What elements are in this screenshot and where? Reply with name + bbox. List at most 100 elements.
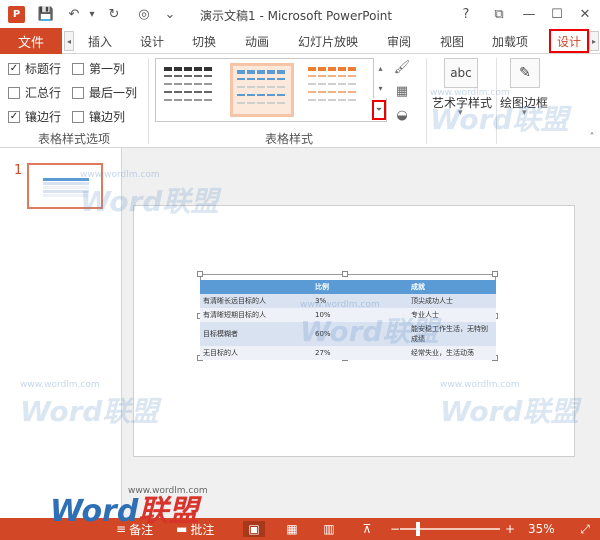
table-row: 目标模糊者 60% 能安稳工作生活，无特别成绩 bbox=[200, 322, 496, 346]
checkbox-icon[interactable]: ✓ bbox=[8, 62, 20, 75]
tab-scroll-left-icon[interactable]: ◂ bbox=[64, 31, 74, 51]
maximize-button[interactable]: ☐ bbox=[546, 4, 568, 24]
tab-file[interactable]: 文件 bbox=[0, 28, 62, 54]
ribbon-display-button[interactable]: ⧉ bbox=[488, 4, 510, 24]
tab-view[interactable]: 视图 bbox=[440, 28, 464, 54]
shading-icon[interactable]: 🖌 bbox=[392, 58, 412, 76]
chevron-down-icon[interactable]: ▾ bbox=[458, 108, 463, 118]
normal-view-icon[interactable]: ▣ bbox=[243, 521, 265, 537]
touch-mode-icon[interactable]: ◎ bbox=[136, 6, 152, 22]
gallery-up-icon[interactable]: ▴ bbox=[373, 58, 387, 78]
tab-addins[interactable]: 加载项 bbox=[492, 28, 528, 54]
style-cell bbox=[267, 94, 275, 96]
slide-thumbnail[interactable] bbox=[27, 163, 103, 209]
tab-scroll-right-icon[interactable]: ▸ bbox=[589, 31, 599, 51]
chevron-down-icon[interactable]: ▾ bbox=[522, 108, 527, 118]
table-cell[interactable]: 能安稳工作生活，无特别成绩 bbox=[408, 322, 496, 346]
slide-table[interactable]: 比例 成就 有清晰长远目标的人 3% 顶尖成功人士 有清晰短期目标的人 10% … bbox=[200, 280, 496, 360]
checkbox-banded-columns[interactable]: 镶边列 bbox=[72, 108, 125, 125]
checkbox-icon[interactable] bbox=[72, 110, 84, 123]
table-cell[interactable]: 3% bbox=[312, 294, 408, 308]
collapse-ribbon-icon[interactable]: ˄ bbox=[582, 128, 600, 146]
slideshow-view-icon[interactable]: ⊼ bbox=[356, 521, 378, 537]
table-cell[interactable]: 目标模糊者 bbox=[200, 322, 312, 346]
gallery-down-icon[interactable]: ▾ bbox=[373, 78, 387, 98]
tab-table-design[interactable]: 设计 bbox=[549, 29, 590, 53]
style-cell bbox=[237, 94, 245, 96]
style-cell bbox=[267, 78, 275, 80]
checkbox-banded-rows[interactable]: ✓ 镶边行 bbox=[8, 108, 61, 125]
style-cell bbox=[237, 86, 245, 88]
checkbox-icon[interactable]: ✓ bbox=[8, 110, 20, 123]
tab-insert[interactable]: 插入 bbox=[88, 28, 112, 54]
wordart-icon[interactable]: abc bbox=[444, 58, 478, 88]
tab-transitions[interactable]: 切换 bbox=[192, 28, 216, 54]
draw-border-icon[interactable]: ✎ bbox=[510, 58, 540, 88]
tab-animations[interactable]: 动画 bbox=[245, 28, 269, 54]
table-row: 有清晰短期目标的人 10% 专业人士 bbox=[200, 308, 496, 322]
style-cell bbox=[257, 70, 265, 74]
table-header-row: 比例 成就 bbox=[200, 280, 496, 294]
checkbox-first-column[interactable]: 第一列 bbox=[72, 60, 125, 77]
slide-canvas[interactable]: 比例 成就 有清晰长远目标的人 3% 顶尖成功人士 有清晰短期目标的人 10% … bbox=[133, 205, 575, 457]
group-label-table-styles: 表格样式 bbox=[265, 132, 314, 146]
table-cell[interactable]: 顶尖成功人士 bbox=[408, 294, 496, 308]
zoom-out-button[interactable]: − bbox=[390, 521, 400, 537]
style-cell bbox=[348, 91, 356, 93]
checkbox-icon[interactable] bbox=[72, 86, 84, 99]
resize-handle[interactable] bbox=[197, 271, 203, 277]
style-cell bbox=[267, 70, 275, 74]
tab-design[interactable]: 设计 bbox=[140, 28, 164, 54]
table-cell[interactable]: 27% bbox=[312, 346, 408, 360]
undo-icon[interactable]: ↶ bbox=[66, 6, 82, 22]
checkbox-icon[interactable] bbox=[8, 86, 20, 99]
table-cell[interactable]: 60% bbox=[312, 322, 408, 346]
table-cell[interactable]: 有清晰短期目标的人 bbox=[200, 308, 312, 322]
table-header-cell[interactable] bbox=[200, 280, 312, 294]
zoom-level[interactable]: 35% bbox=[528, 521, 555, 537]
table-style-thumb-selected[interactable] bbox=[230, 63, 294, 117]
table-cell[interactable]: 10% bbox=[312, 308, 408, 322]
customize-toolbar-icon[interactable]: ⌄ bbox=[162, 6, 178, 22]
table-cell[interactable]: 经常失业，生活动荡 bbox=[408, 346, 496, 360]
style-cell bbox=[257, 102, 265, 104]
resize-handle[interactable] bbox=[492, 271, 498, 277]
style-cell bbox=[348, 75, 356, 77]
reading-view-icon[interactable]: ▥ bbox=[318, 521, 340, 537]
effects-icon[interactable]: ◒ bbox=[392, 106, 412, 124]
minimize-button[interactable]: — bbox=[518, 4, 540, 24]
tab-review[interactable]: 审阅 bbox=[387, 28, 411, 54]
table-cell[interactable]: 无目标的人 bbox=[200, 346, 312, 360]
zoom-in-button[interactable]: + bbox=[505, 521, 515, 537]
table-header-cell[interactable]: 比例 bbox=[312, 280, 408, 294]
resize-handle[interactable] bbox=[342, 271, 348, 277]
style-cell bbox=[237, 70, 245, 74]
style-cell bbox=[318, 99, 326, 101]
checkbox-last-column[interactable]: 最后一列 bbox=[72, 84, 137, 101]
zoom-slider[interactable] bbox=[400, 528, 500, 530]
table-style-thumb[interactable] bbox=[304, 63, 368, 117]
redo-icon[interactable]: ↻ bbox=[106, 6, 122, 22]
zoom-slider-handle[interactable] bbox=[416, 522, 420, 536]
gallery-more-icon[interactable]: ⏷ bbox=[372, 100, 386, 120]
table-header-cell[interactable]: 成就 bbox=[408, 280, 496, 294]
slide-sorter-view-icon[interactable]: ▦ bbox=[281, 521, 303, 537]
style-cell bbox=[308, 83, 316, 85]
checkbox-total-row[interactable]: 汇总行 bbox=[8, 84, 61, 101]
workspace: 1 比例 成就 有清晰长远目标的人 3% 顶尖成功人士 有清晰短期目标的人 10… bbox=[0, 148, 600, 518]
table-cell[interactable]: 有清晰长远目标的人 bbox=[200, 294, 312, 308]
checkbox-header-row[interactable]: ✓ 标题行 bbox=[8, 60, 61, 77]
style-cell bbox=[318, 75, 326, 77]
fit-to-window-icon[interactable]: ⤢ bbox=[574, 521, 596, 537]
table-cell[interactable]: 专业人士 bbox=[408, 308, 496, 322]
style-cell bbox=[194, 75, 202, 77]
help-button[interactable]: ? bbox=[455, 4, 477, 24]
borders-icon[interactable]: ▦ bbox=[392, 82, 412, 100]
close-button[interactable]: ✕ bbox=[574, 4, 596, 24]
style-cell bbox=[338, 83, 346, 85]
table-style-thumb[interactable] bbox=[160, 63, 224, 117]
undo-dropdown-icon[interactable]: ▾ bbox=[84, 6, 100, 22]
tab-slideshow[interactable]: 幻灯片放映 bbox=[298, 28, 358, 54]
save-icon[interactable]: 💾 bbox=[38, 6, 54, 22]
checkbox-icon[interactable] bbox=[72, 62, 84, 75]
